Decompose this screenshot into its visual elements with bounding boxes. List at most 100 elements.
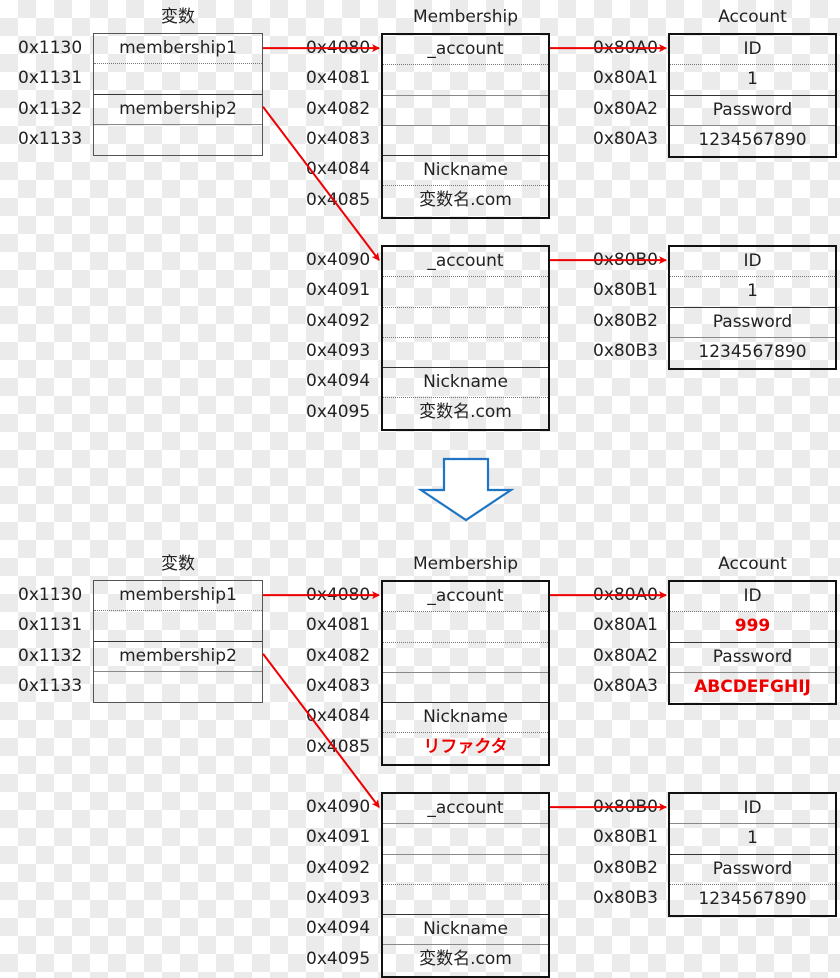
address-label: 0x80B3 xyxy=(593,887,658,908)
address-label: 0x4094 xyxy=(306,918,371,939)
address-label: 0x80B1 xyxy=(593,280,658,301)
variables-table-before: membership1 membership2 xyxy=(93,33,263,157)
memory-cell-empty xyxy=(383,885,548,916)
address-label: 0x1132 xyxy=(18,645,83,666)
address-label: 0x1130 xyxy=(18,38,83,58)
address-label: 0x80A2 xyxy=(593,645,658,666)
membership-2-before: _account Nickname 変数名.com xyxy=(381,245,550,431)
memory-cell: ID xyxy=(670,35,835,66)
memory-cell: Nickname xyxy=(383,368,548,399)
memory-cell: 1234567890 xyxy=(698,888,807,909)
membership-1-before: _account Nickname 変数名.com xyxy=(381,33,550,219)
memory-cell: membership1 xyxy=(94,34,262,65)
memory-cell: Password xyxy=(670,855,835,885)
address-label: 0x4080 xyxy=(306,38,371,58)
memory-cell: 1234567890 xyxy=(698,341,807,362)
memory-cell: Password xyxy=(670,643,835,673)
address-label: 0x80B2 xyxy=(593,857,658,878)
memory-cell: 変数名.com xyxy=(419,949,512,970)
memory-cell-empty xyxy=(383,338,548,369)
address-label: 0x4084 xyxy=(306,706,371,727)
variables-table-after: membership1 membership2 xyxy=(93,580,263,704)
memory-cell: Nickname xyxy=(383,703,548,734)
address-label: 0x4090 xyxy=(306,250,371,270)
memory-cell: _account xyxy=(383,794,548,825)
account-1-after-title: Account xyxy=(718,554,787,574)
address-label: 0x80A1 xyxy=(593,615,658,636)
memory-cell-empty xyxy=(383,824,548,855)
address-label: 0x1132 xyxy=(18,98,83,119)
address-label: 0x80B0 xyxy=(593,797,658,817)
membership-1-after: _account Nickname リファクタ xyxy=(381,580,550,766)
memory-cell: _account xyxy=(383,247,548,278)
address-label: 0x4080 xyxy=(306,585,371,605)
address-label: 0x4094 xyxy=(306,371,371,392)
membership-1-before-title: Membership xyxy=(412,7,519,27)
memory-cell: 変数名.com xyxy=(419,402,512,423)
address-label: 0x4093 xyxy=(306,340,371,361)
memory-cell-empty xyxy=(94,64,262,95)
memory-cell-empty xyxy=(383,643,548,673)
memory-cell: Password xyxy=(670,308,835,338)
address-label: 0x4083 xyxy=(306,128,371,149)
account-2-after: ID 1 Password 1234567890 xyxy=(668,792,837,918)
address-label: 0x4092 xyxy=(306,857,371,878)
address-label: 0x1133 xyxy=(18,675,83,696)
address-label: 0x4095 xyxy=(306,948,371,969)
address-label: 0x1131 xyxy=(18,615,83,636)
account-1-after: ID 999 Password ABCDEFGHIJ xyxy=(668,580,837,706)
memory-cell: 1234567890 xyxy=(698,129,807,150)
memory-cell-empty xyxy=(94,611,262,642)
address-label: 0x80A0 xyxy=(593,585,658,605)
address-label: 0x4093 xyxy=(306,887,371,908)
memory-cell: ID xyxy=(670,582,835,613)
address-label: 0x80B2 xyxy=(593,310,658,331)
memory-cell-empty xyxy=(383,855,548,885)
memory-cell-empty xyxy=(383,277,548,308)
memory-cell: 1 xyxy=(670,824,835,855)
address-label: 0x80A2 xyxy=(593,98,658,119)
memory-cell-empty xyxy=(383,65,548,96)
address-label: 0x1133 xyxy=(18,128,83,149)
memory-cell: membership1 xyxy=(94,581,262,612)
memory-cell: _account xyxy=(383,35,548,66)
address-label: 0x4090 xyxy=(306,797,371,817)
address-label: 0x4081 xyxy=(306,68,371,89)
address-label: 0x4085 xyxy=(306,736,371,757)
memory-cell: 999 xyxy=(670,612,835,643)
memory-cell: 変数名.com xyxy=(419,190,512,211)
address-label: 0x4082 xyxy=(306,98,371,119)
address-label: 0x80A3 xyxy=(593,128,658,149)
memory-cell-empty xyxy=(94,672,262,702)
memory-cell: ID xyxy=(670,794,835,825)
address-label: 0x1130 xyxy=(18,585,83,605)
address-label: 0x80B1 xyxy=(593,827,658,848)
account-1-before-title: Account xyxy=(718,7,787,27)
address-label: 0x4091 xyxy=(306,827,371,848)
address-label: 0x4082 xyxy=(306,645,371,666)
memory-cell-empty xyxy=(383,96,548,126)
memory-cell-empty xyxy=(94,125,262,155)
memory-cell-empty xyxy=(383,126,548,157)
memory-cell-empty xyxy=(383,673,548,704)
address-label: 0x80B3 xyxy=(593,340,658,361)
memory-cell: リファクタ xyxy=(423,737,508,758)
address-label: 0x4083 xyxy=(306,675,371,696)
memory-cell: ABCDEFGHIJ xyxy=(694,676,811,697)
address-label: 0x4081 xyxy=(306,615,371,636)
membership-1-after-title: Membership xyxy=(412,554,519,574)
memory-cell: membership2 xyxy=(94,95,262,125)
variables-table-before-title: 変数 xyxy=(161,7,195,27)
memory-cell: 1 xyxy=(670,277,835,308)
memory-cell: Nickname xyxy=(383,156,548,187)
memory-cell: 1 xyxy=(670,65,835,96)
address-label: 0x80A0 xyxy=(593,38,658,58)
address-label: 0x4084 xyxy=(306,159,371,180)
address-label: 0x4085 xyxy=(306,189,371,210)
memory-cell: _account xyxy=(383,582,548,613)
account-2-before: ID 1 Password 1234567890 xyxy=(668,245,837,371)
variables-table-after-title: 変数 xyxy=(161,554,195,574)
address-label: 0x80B0 xyxy=(593,250,658,270)
address-label: 0x80A1 xyxy=(593,68,658,89)
address-label: 0x4092 xyxy=(306,310,371,331)
